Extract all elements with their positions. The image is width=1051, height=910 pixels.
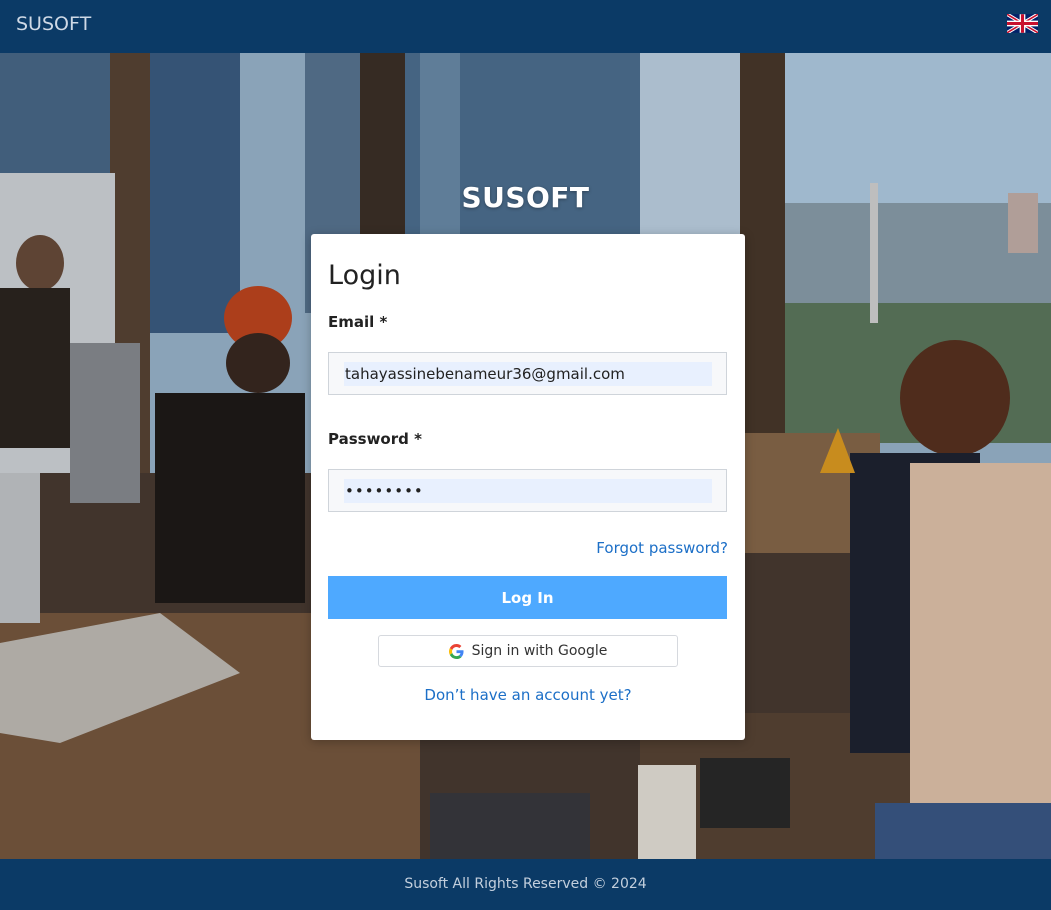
google-g-icon [448,643,464,659]
password-field-box[interactable] [328,469,727,512]
footer-copyright: Susoft All Rights Reserved © 2024 [404,876,647,892]
login-title: Login [328,260,401,291]
email-field[interactable] [344,362,712,386]
password-field[interactable] [344,479,712,503]
email-field-box[interactable] [328,352,727,395]
hero-background: SUSOFT Login Email * Password * Forgot p… [0,53,1051,859]
signup-link[interactable]: Don’t have an account yet? [311,686,745,704]
login-button[interactable]: Log In [328,576,727,619]
google-button-label: Sign in with Google [471,643,608,659]
top-bar: SUSOFT [0,0,1051,53]
email-label: Email * [328,313,388,331]
hero-title: SUSOFT [461,181,590,214]
footer: Susoft All Rights Reserved © 2024 [0,859,1051,910]
brand-logo[interactable]: SUSOFT [16,13,91,35]
forgot-password-link[interactable]: Forgot password? [596,539,728,557]
google-sign-in-button[interactable]: Sign in with Google [378,635,678,667]
login-card: Login Email * Password * Forgot password… [311,234,745,740]
password-label: Password * [328,430,422,448]
uk-flag-icon[interactable] [1007,14,1038,33]
